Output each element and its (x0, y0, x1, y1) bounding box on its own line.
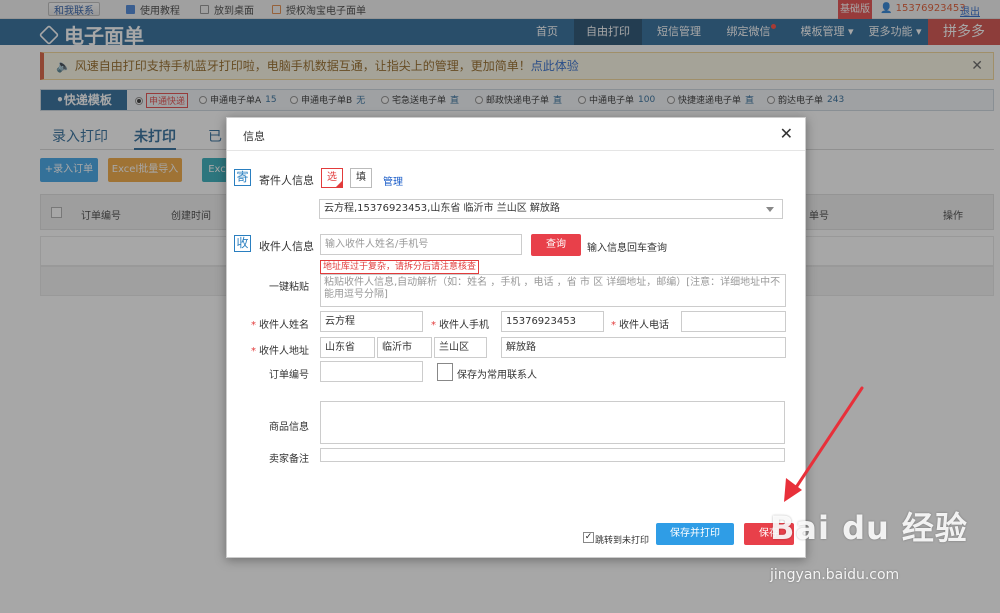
watermark-url: jingyan.baidu.com (770, 567, 900, 583)
watermark-brand: Bai du 经验 (770, 509, 968, 547)
baidu-watermark: Bai du 经验 jingyan.baidu.com (770, 503, 968, 583)
